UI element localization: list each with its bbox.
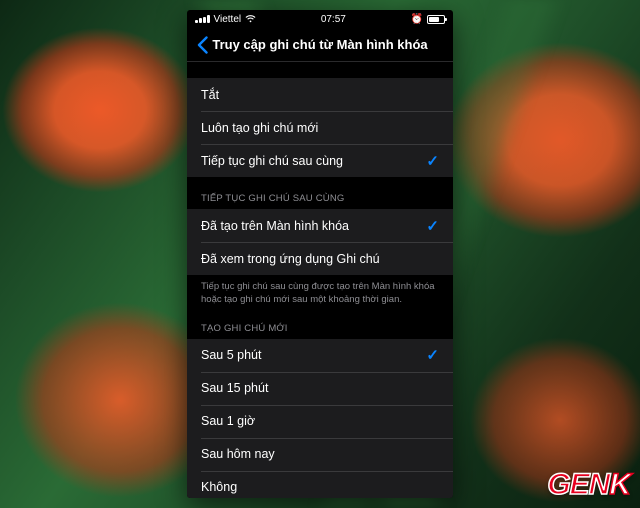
option-label: Sau 1 giờ <box>201 414 255 428</box>
battery-icon <box>427 15 445 24</box>
option-label: Sau 15 phút <box>201 381 268 395</box>
status-bar: Viettel 07:57 ⏰ <box>187 10 453 28</box>
carrier-label: Viettel <box>214 14 242 25</box>
option-label: Luôn tạo ghi chú mới <box>201 121 318 135</box>
option-15min[interactable]: Sau 15 phút <box>187 372 453 405</box>
option-viewed-in-app[interactable]: Đã xem trong ứng dụng Ghi chú <box>187 242 453 275</box>
group-header: TẠO GHI CHÚ MỚI <box>187 323 453 339</box>
watermark-logo: GENK <box>547 468 630 502</box>
nav-title: Truy cập ghi chú từ Màn hình khóa <box>187 37 453 52</box>
back-button[interactable] <box>191 32 215 58</box>
group-access: Tắt Luôn tạo ghi chú mới Tiếp tục ghi ch… <box>187 78 453 177</box>
check-icon: ✓ <box>426 217 439 235</box>
option-label: Tiếp tục ghi chú sau cùng <box>201 154 343 168</box>
group-header: TIẾP TỤC GHI CHÚ SAU CÙNG <box>187 193 453 209</box>
option-label: Sau hôm nay <box>201 447 275 461</box>
settings-content: Tắt Luôn tạo ghi chú mới Tiếp tục ghi ch… <box>187 62 453 498</box>
option-always-new[interactable]: Luôn tạo ghi chú mới <box>187 111 453 144</box>
nav-bar: Truy cập ghi chú từ Màn hình khóa <box>187 28 453 62</box>
option-never[interactable]: Không <box>187 471 453 498</box>
status-time: 07:57 <box>321 14 346 25</box>
option-label: Không <box>201 480 237 494</box>
option-label: Đã tạo trên Màn hình khóa <box>201 219 349 233</box>
option-off[interactable]: Tắt <box>187 78 453 111</box>
watermark-suffix: K <box>609 468 630 501</box>
option-label: Sau 5 phút <box>201 348 261 362</box>
option-created-lockscreen[interactable]: Đã tạo trên Màn hình khóa ✓ <box>187 209 453 242</box>
status-right: ⏰ <box>411 14 445 25</box>
option-resume-last[interactable]: Tiếp tục ghi chú sau cùng ✓ <box>187 144 453 177</box>
group-footer: Tiếp tục ghi chú sau cùng được tạo trên … <box>187 275 453 307</box>
check-icon: ✓ <box>426 152 439 170</box>
option-5min[interactable]: Sau 5 phút ✓ <box>187 339 453 372</box>
alarm-icon: ⏰ <box>411 14 423 25</box>
wifi-icon <box>245 15 256 23</box>
signal-icon <box>195 15 210 23</box>
group-resume: TIẾP TỤC GHI CHÚ SAU CÙNG Đã tạo trên Mà… <box>187 193 453 307</box>
option-today[interactable]: Sau hôm nay <box>187 438 453 471</box>
option-label: Đã xem trong ứng dụng Ghi chú <box>201 252 380 266</box>
option-label: Tắt <box>201 88 219 102</box>
status-left: Viettel <box>195 14 256 25</box>
phone-frame: Viettel 07:57 ⏰ Truy cập ghi chú từ Màn … <box>187 10 453 498</box>
group-create-new: TẠO GHI CHÚ MỚI Sau 5 phút ✓ Sau 15 phút… <box>187 323 453 498</box>
watermark-main: GEN <box>547 468 609 501</box>
option-1hour[interactable]: Sau 1 giờ <box>187 405 453 438</box>
check-icon: ✓ <box>426 346 439 364</box>
